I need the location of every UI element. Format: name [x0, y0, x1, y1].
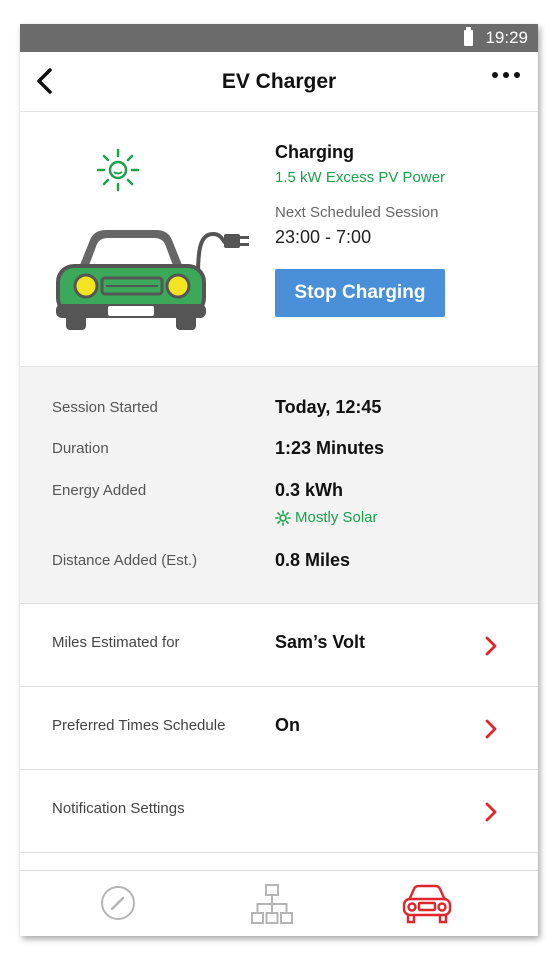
miles-estimated-row[interactable]: Miles Estimated for Sam’s Volt: [20, 604, 538, 687]
solar-note-label: Mostly Solar: [295, 509, 378, 526]
miles-estimated-label: Miles Estimated for: [52, 634, 180, 651]
bottom-tab-bar: [20, 870, 538, 936]
duration-value: 1:23 Minutes: [275, 438, 385, 458]
preferred-times-value: On: [275, 715, 300, 735]
status-bar: 19:29: [20, 24, 538, 52]
stop-charging-button[interactable]: Stop Charging: [275, 269, 445, 317]
energy-added-value: 0.3 kWh: [275, 480, 344, 500]
vehicle-name-value: Sam’s Volt: [275, 632, 366, 652]
distance-added-value: 0.8 Miles: [275, 550, 351, 570]
solar-icon: [275, 509, 291, 526]
next-session-label: Next Scheduled Session: [275, 204, 439, 221]
pv-power-label: 1.5 kW Excess PV Power: [275, 169, 446, 186]
charging-info: Charging 1.5 kW Excess PV Power Next Sch…: [275, 142, 445, 317]
notification-settings-row[interactable]: Notification Settings: [20, 770, 538, 853]
energy-added-label: Energy Added: [52, 482, 147, 499]
distance-added-label: Distance Added (Est.): [52, 552, 198, 569]
gauge-icon[interactable]: [98, 883, 138, 923]
page-title: EV Charger: [221, 69, 337, 93]
notification-settings-label: Notification Settings: [52, 800, 185, 817]
preferred-times-row[interactable]: Preferred Times Schedule On: [20, 687, 538, 770]
battery-icon: [464, 27, 474, 46]
session-started-label: Session Started: [52, 399, 158, 416]
duration-label: Duration: [52, 440, 109, 457]
chevron-right-icon: [485, 636, 497, 656]
phone-screen: 19:29 EV Charger Charging 1.5 kW Excess …: [20, 24, 538, 936]
network-icon[interactable]: [250, 883, 294, 925]
next-session-time: 23:00 - 7:00: [275, 227, 372, 247]
car-icon[interactable]: [400, 883, 454, 925]
back-arrow-icon[interactable]: [32, 66, 60, 96]
header-bar: EV Charger: [20, 52, 538, 112]
charging-status-label: Charging: [275, 142, 354, 162]
preferred-times-label: Preferred Times Schedule: [52, 717, 226, 734]
more-options-icon[interactable]: [492, 72, 520, 78]
chevron-right-icon: [485, 719, 497, 739]
status-time: 19:29: [485, 28, 528, 47]
sun-icon: [96, 148, 140, 192]
chevron-right-icon: [485, 802, 497, 822]
session-details: Session Started Today, 12:45 Duration 1:…: [20, 367, 538, 604]
session-started-value: Today, 12:45: [275, 397, 382, 417]
charging-status-panel: Charging 1.5 kW Excess PV Power Next Sch…: [20, 112, 538, 367]
charging-car-illustration: [56, 230, 249, 330]
solar-source-note: Mostly Solar: [275, 509, 378, 526]
